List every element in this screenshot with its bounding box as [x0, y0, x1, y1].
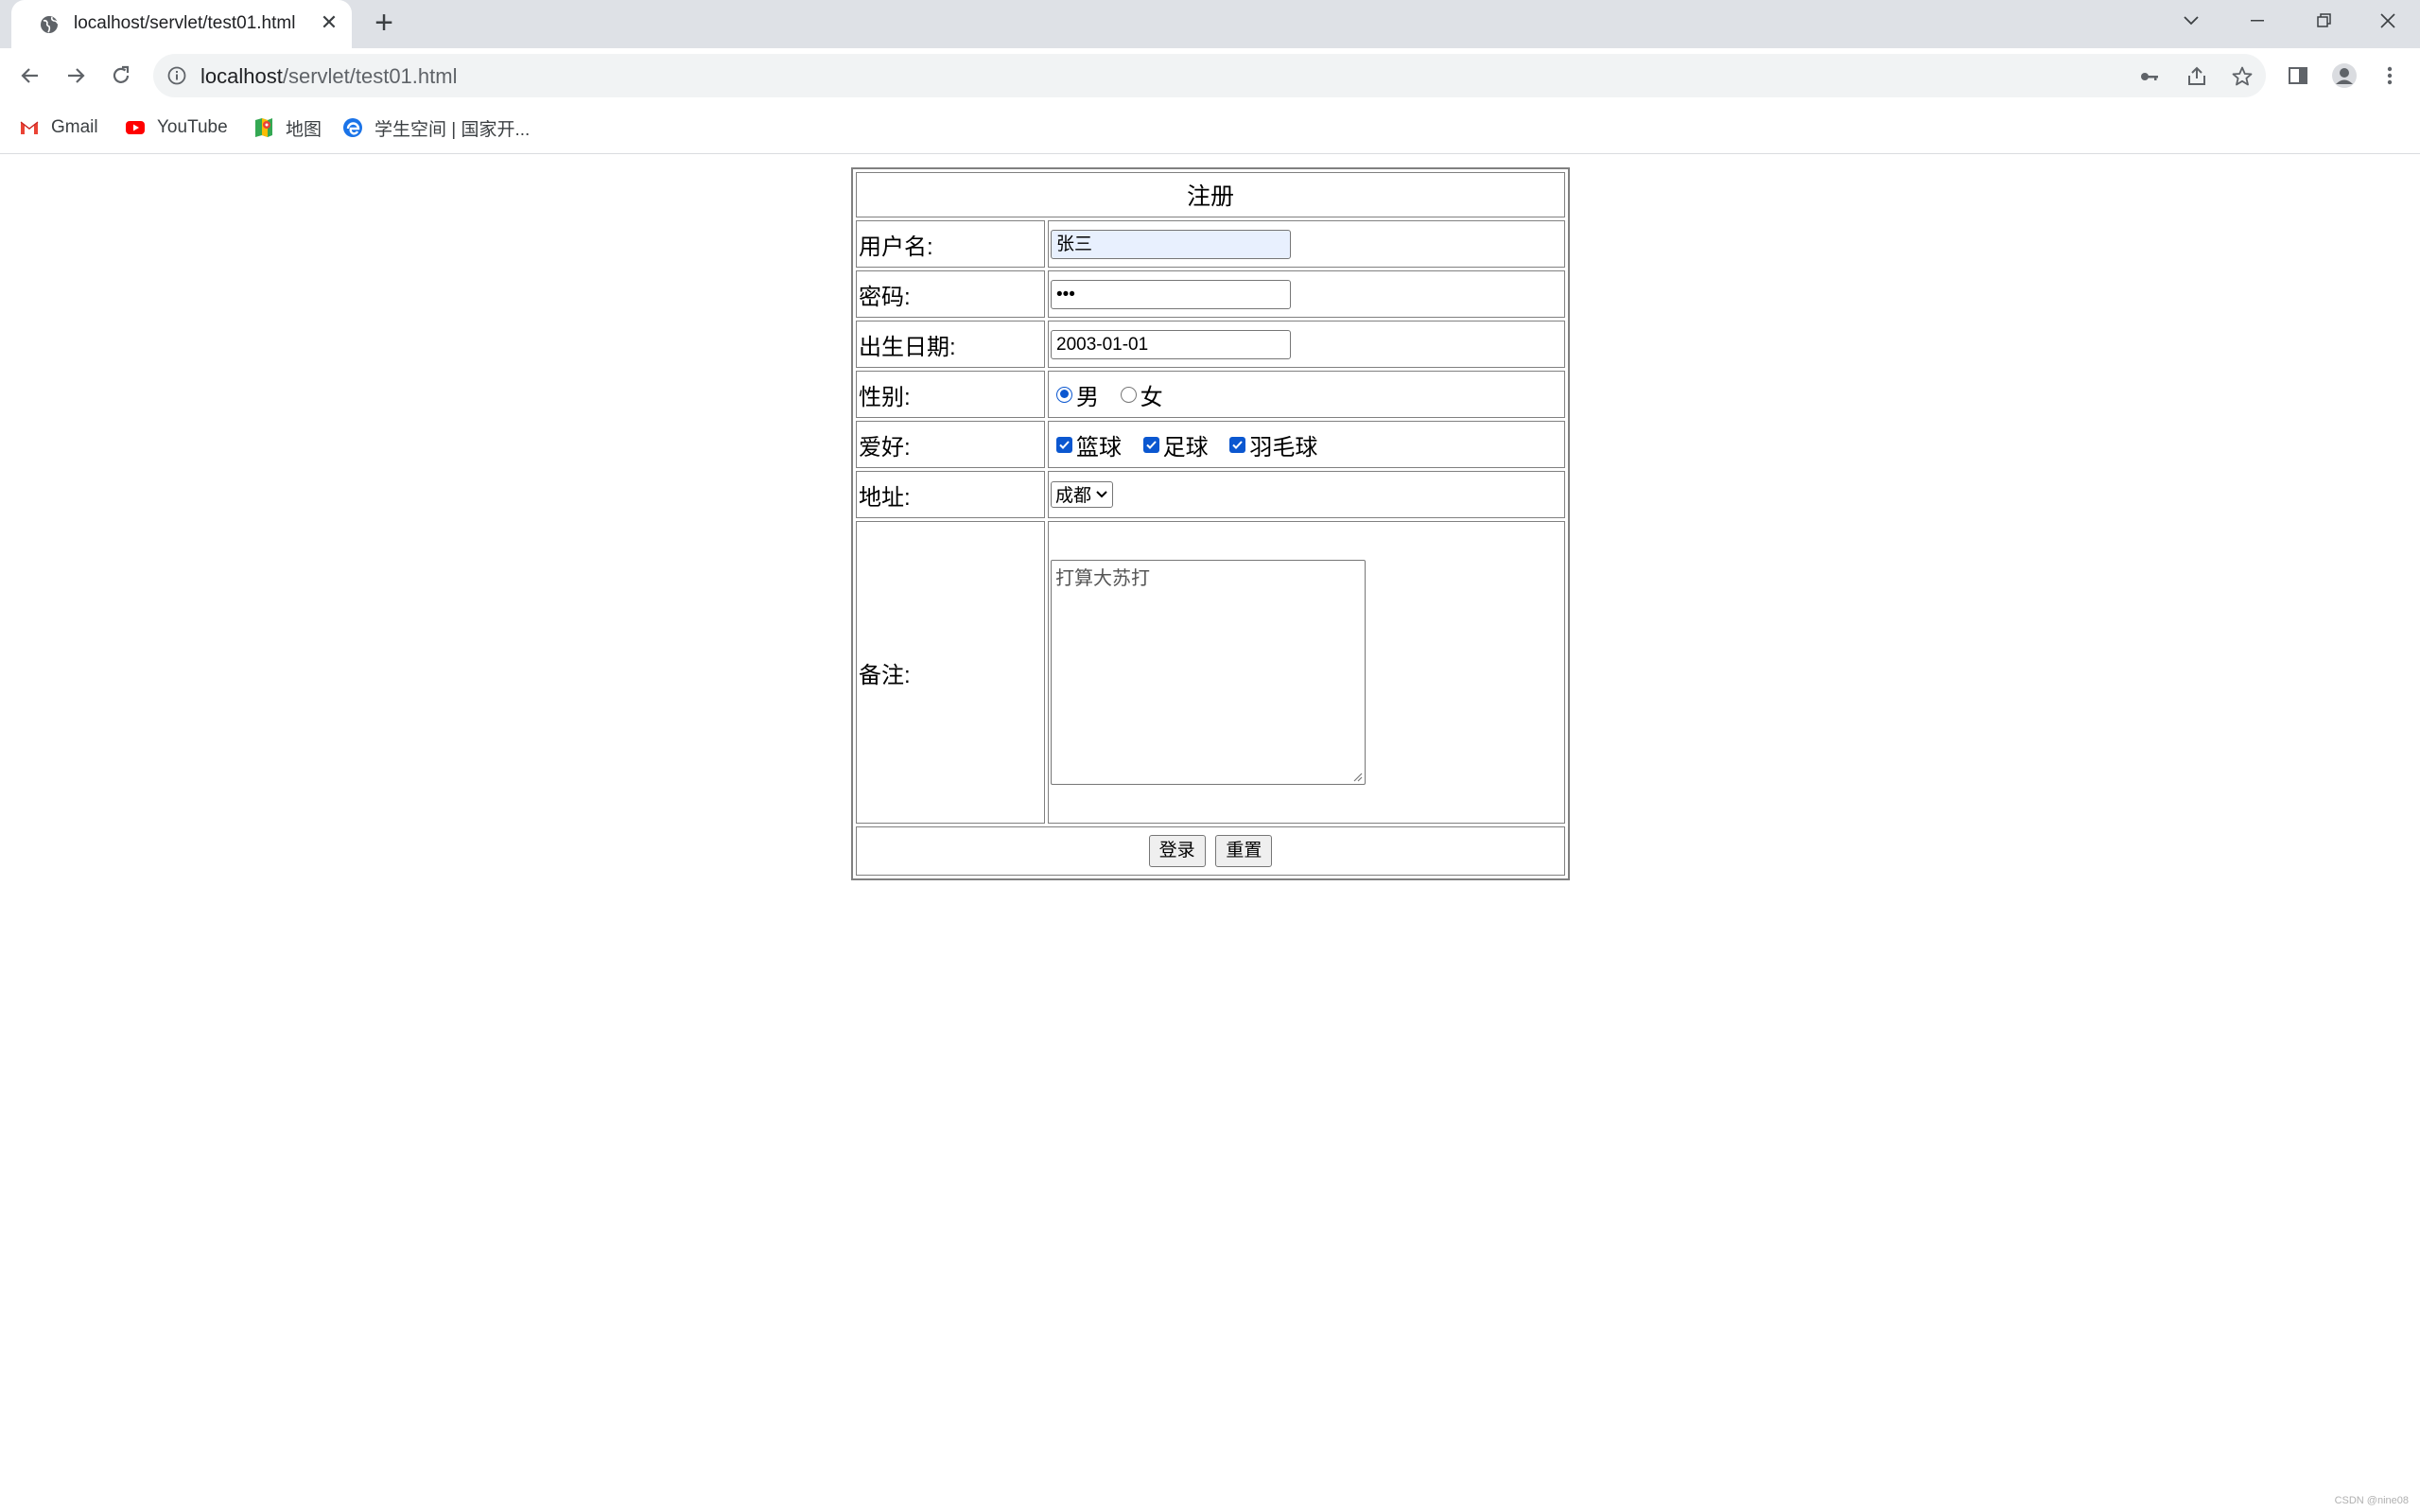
login-button[interactable]: 登录 — [1148, 835, 1206, 867]
bookmark-star-icon[interactable] — [2228, 62, 2256, 91]
hobby-badminton-text: 羽毛球 — [1249, 434, 1318, 461]
watermark: CSDN @nine08 — [2334, 1495, 2409, 1506]
resize-grip-icon[interactable] — [1351, 771, 1363, 782]
remark-textarea[interactable]: 打算大苏打 — [1051, 560, 1366, 785]
youtube-icon — [126, 121, 145, 134]
password-cell: ••• — [1048, 270, 1565, 318]
bookmark-youtube[interactable]: YouTube — [125, 114, 228, 141]
share-icon[interactable] — [2183, 62, 2211, 91]
gender-male-text: 男 — [1076, 384, 1099, 410]
tab-title: localhost/servlet/test01.html — [74, 13, 296, 33]
chevron-down-icon — [1096, 491, 1107, 498]
globe-icon — [41, 16, 59, 33]
side-panel-icon[interactable] — [2283, 61, 2313, 91]
profile-avatar-icon[interactable] — [2329, 61, 2359, 91]
back-icon[interactable] — [11, 57, 49, 95]
register-form-table: 注册 用户名: 张三 密码: ••• 出生日期: 2003-01-01 性别: … — [851, 167, 1570, 880]
maps-icon — [255, 118, 272, 137]
gender-male-radio[interactable] — [1056, 386, 1072, 403]
bookmark-maps[interactable]: 地图 — [253, 114, 322, 141]
gender-cell: 男 女 — [1048, 371, 1565, 418]
reload-icon[interactable] — [102, 57, 140, 95]
menu-kebab-icon[interactable] — [2375, 61, 2405, 91]
button-cell: 登录 重置 — [856, 826, 1565, 876]
birth-cell: 2003-01-01 — [1048, 321, 1565, 368]
remark-cell: 打算大苏打 — [1048, 521, 1565, 824]
address-cell: 成都 — [1048, 471, 1565, 518]
hobby-football-checkbox[interactable] — [1142, 436, 1159, 453]
new-tab-icon[interactable]: + — [369, 7, 399, 39]
site-info-icon[interactable] — [166, 65, 187, 86]
username-label: 用户名: — [856, 220, 1045, 268]
tab-strip: localhost/servlet/test01.html ✕ + — [0, 0, 2420, 48]
close-window-icon[interactable] — [2355, 0, 2420, 42]
gender-label: 性别: — [856, 371, 1045, 418]
browser-toolbar: localhost/servlet/test01.html — [0, 48, 2420, 102]
restore-icon[interactable] — [2290, 0, 2357, 42]
password-label: 密码: — [856, 270, 1045, 318]
address-label: 地址: — [856, 471, 1045, 518]
bookmark-student-space[interactable]: 学生空间 | 国家开... — [342, 114, 530, 141]
bookmarks-bar: Gmail YouTube 地图 学生空间 | 国家开... — [0, 102, 2420, 154]
hobby-badminton-checkbox[interactable] — [1229, 436, 1246, 453]
username-cell: 张三 — [1048, 220, 1565, 268]
hobby-football-text: 足球 — [1162, 434, 1209, 461]
hobby-basketball-text: 篮球 — [1076, 434, 1122, 461]
password-input[interactable]: ••• — [1051, 279, 1291, 309]
gender-female-text: 女 — [1140, 384, 1163, 410]
forward-icon[interactable] — [57, 57, 95, 95]
hobby-basketball-checkbox[interactable] — [1056, 436, 1072, 453]
remark-label: 备注: — [856, 521, 1045, 824]
page-content: 注册 用户名: 张三 密码: ••• 出生日期: 2003-01-01 性别: … — [0, 154, 2420, 1512]
address-bar[interactable]: localhost/servlet/test01.html — [153, 54, 2266, 97]
browser-tab[interactable]: localhost/servlet/test01.html ✕ — [11, 0, 352, 48]
tab-search-icon[interactable] — [2158, 0, 2224, 42]
form-title: 注册 — [856, 172, 1565, 217]
close-tab-icon[interactable]: ✕ — [317, 10, 341, 35]
hobby-cell: 篮球 足球 羽毛球 — [1048, 421, 1565, 468]
reset-button[interactable]: 重置 — [1215, 835, 1273, 867]
url-text[interactable]: localhost/servlet/test01.html — [200, 64, 457, 89]
address-selected-value: 成都 — [1055, 486, 1092, 507]
username-input[interactable]: 张三 — [1051, 229, 1291, 259]
gmail-icon — [20, 121, 39, 134]
birth-date-input[interactable]: 2003-01-01 — [1051, 329, 1291, 359]
key-icon[interactable] — [2135, 62, 2164, 91]
address-select[interactable]: 成都 — [1051, 480, 1114, 508]
gender-female-radio[interactable] — [1120, 386, 1137, 403]
edge-icon — [343, 118, 362, 137]
bookmark-gmail[interactable]: Gmail — [19, 114, 98, 141]
minimize-icon[interactable] — [2224, 0, 2290, 42]
hobby-label: 爱好: — [856, 421, 1045, 468]
remark-text: 打算大苏打 — [1055, 568, 1150, 589]
birth-label: 出生日期: — [856, 321, 1045, 368]
